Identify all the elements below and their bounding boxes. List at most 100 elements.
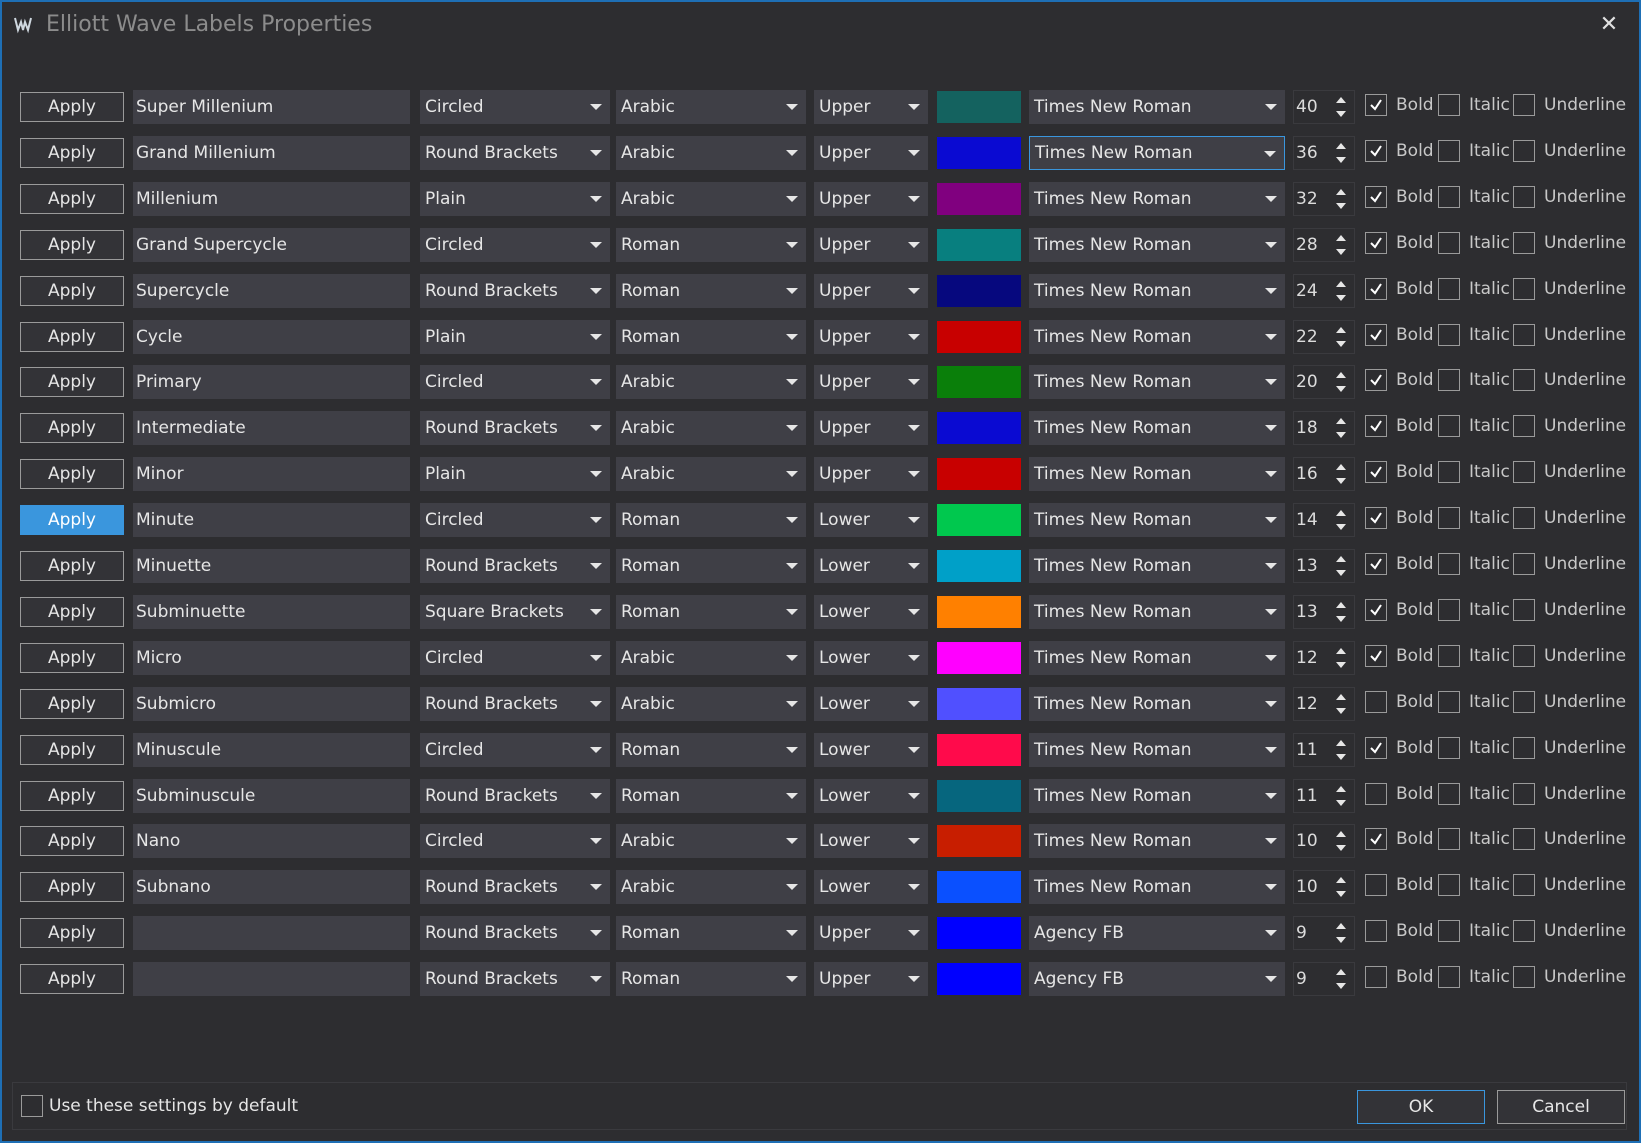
ok-button[interactable]: OK	[1357, 1090, 1485, 1124]
spin-down-icon[interactable]	[1336, 524, 1346, 531]
color-swatch[interactable]	[937, 963, 1021, 996]
spin-up-icon[interactable]	[1336, 188, 1346, 195]
spin-up-icon[interactable]	[1336, 877, 1346, 884]
label-style-dropdown[interactable]: Round Brackets	[420, 962, 610, 997]
color-swatch[interactable]	[937, 825, 1021, 858]
case-dropdown[interactable]: Lower	[814, 732, 928, 767]
font-dropdown[interactable]: Times New Roman	[1029, 732, 1285, 767]
spin-up-icon[interactable]	[1336, 372, 1346, 379]
spin-down-icon[interactable]	[1336, 386, 1346, 393]
color-swatch[interactable]	[937, 412, 1021, 445]
case-dropdown[interactable]: Lower	[814, 870, 928, 905]
underline-checkbox[interactable]	[1513, 277, 1535, 300]
underline-checkbox[interactable]	[1513, 323, 1535, 346]
bold-checkbox[interactable]	[1365, 690, 1387, 713]
spin-up-icon[interactable]	[1336, 923, 1346, 930]
underline-checkbox[interactable]	[1513, 920, 1535, 943]
label-style-dropdown[interactable]: Circled	[420, 824, 610, 859]
underline-checkbox[interactable]	[1513, 644, 1535, 667]
spin-down-icon[interactable]	[1336, 845, 1346, 852]
italic-checkbox[interactable]	[1438, 369, 1460, 392]
font-size-stepper[interactable]: 14	[1293, 503, 1355, 538]
font-dropdown[interactable]: Times New Roman	[1029, 640, 1285, 675]
degree-name-field[interactable]: Minor	[133, 457, 410, 492]
case-dropdown[interactable]: Lower	[814, 778, 928, 813]
spin-up-icon[interactable]	[1336, 647, 1346, 654]
case-dropdown[interactable]: Upper	[814, 181, 928, 216]
case-dropdown[interactable]: Lower	[814, 824, 928, 859]
apply-button[interactable]: Apply	[20, 780, 124, 811]
font-size-stepper[interactable]: 22	[1293, 319, 1355, 354]
case-dropdown[interactable]: Upper	[814, 319, 928, 354]
italic-checkbox[interactable]	[1438, 277, 1460, 300]
case-dropdown[interactable]: Lower	[814, 594, 928, 629]
degree-name-field[interactable]: Supercycle	[133, 273, 410, 308]
bold-checkbox[interactable]	[1365, 966, 1387, 989]
italic-checkbox[interactable]	[1438, 598, 1460, 621]
apply-button[interactable]: Apply	[20, 688, 124, 719]
bold-checkbox[interactable]	[1365, 644, 1387, 667]
underline-checkbox[interactable]	[1513, 369, 1535, 392]
bold-checkbox[interactable]	[1365, 920, 1387, 943]
font-dropdown[interactable]: Times New Roman	[1029, 778, 1285, 813]
label-style-dropdown[interactable]: Plain	[420, 319, 610, 354]
bold-checkbox[interactable]	[1365, 874, 1387, 897]
spin-up-icon[interactable]	[1336, 739, 1346, 746]
font-dropdown[interactable]: Times New Roman	[1029, 319, 1285, 354]
numbering-dropdown[interactable]: Roman	[616, 227, 806, 262]
underline-checkbox[interactable]	[1513, 782, 1535, 805]
spin-down-icon[interactable]	[1336, 294, 1346, 301]
spin-up-icon[interactable]	[1336, 785, 1346, 792]
degree-name-field[interactable]: Minute	[133, 503, 410, 538]
degree-name-field[interactable]: Nano	[133, 824, 410, 859]
underline-checkbox[interactable]	[1513, 461, 1535, 484]
apply-button[interactable]: Apply	[20, 459, 124, 490]
italic-checkbox[interactable]	[1438, 94, 1460, 116]
color-swatch[interactable]	[937, 917, 1021, 950]
italic-checkbox[interactable]	[1438, 966, 1460, 989]
bold-checkbox[interactable]	[1365, 782, 1387, 805]
font-dropdown[interactable]: Times New Roman	[1029, 870, 1285, 905]
font-size-stepper[interactable]: 28	[1293, 227, 1355, 262]
italic-checkbox[interactable]	[1438, 139, 1460, 162]
spin-up-icon[interactable]	[1336, 418, 1346, 425]
bold-checkbox[interactable]	[1365, 277, 1387, 300]
case-dropdown[interactable]: Upper	[814, 135, 928, 170]
color-swatch[interactable]	[937, 871, 1021, 904]
degree-name-field[interactable]: Minuscule	[133, 732, 410, 767]
use-default-checkbox[interactable]	[21, 1095, 43, 1117]
label-style-dropdown[interactable]: Plain	[420, 181, 610, 216]
spin-down-icon[interactable]	[1336, 202, 1346, 209]
font-dropdown[interactable]: Times New Roman	[1029, 181, 1285, 216]
font-size-stepper[interactable]: 9	[1293, 962, 1355, 997]
font-size-stepper[interactable]: 36	[1293, 135, 1355, 170]
spin-up-icon[interactable]	[1336, 601, 1346, 608]
bold-checkbox[interactable]	[1365, 323, 1387, 346]
spin-up-icon[interactable]	[1336, 464, 1346, 471]
label-style-dropdown[interactable]: Round Brackets	[420, 778, 610, 813]
numbering-dropdown[interactable]: Roman	[616, 594, 806, 629]
font-dropdown[interactable]: Times New Roman	[1029, 227, 1285, 262]
italic-checkbox[interactable]	[1438, 231, 1460, 254]
spin-up-icon[interactable]	[1336, 831, 1346, 838]
font-size-stepper[interactable]: 11	[1293, 778, 1355, 813]
underline-checkbox[interactable]	[1513, 94, 1535, 116]
underline-checkbox[interactable]	[1513, 598, 1535, 621]
spin-down-icon[interactable]	[1336, 661, 1346, 668]
underline-checkbox[interactable]	[1513, 553, 1535, 575]
degree-name-field[interactable]: Super Millenium	[133, 90, 410, 124]
spin-up-icon[interactable]	[1336, 969, 1346, 976]
underline-checkbox[interactable]	[1513, 828, 1535, 851]
label-style-dropdown[interactable]: Round Brackets	[420, 916, 610, 951]
apply-button[interactable]: Apply	[20, 872, 124, 903]
font-size-stepper[interactable]: 32	[1293, 181, 1355, 216]
italic-checkbox[interactable]	[1438, 644, 1460, 667]
apply-button[interactable]: Apply	[20, 92, 124, 122]
numbering-dropdown[interactable]: Roman	[616, 962, 806, 997]
color-swatch[interactable]	[937, 779, 1021, 812]
underline-checkbox[interactable]	[1513, 231, 1535, 254]
degree-name-field[interactable]: Intermediate	[133, 411, 410, 446]
cancel-button[interactable]: Cancel	[1497, 1090, 1625, 1124]
underline-checkbox[interactable]	[1513, 736, 1535, 759]
spin-down-icon[interactable]	[1336, 707, 1346, 714]
